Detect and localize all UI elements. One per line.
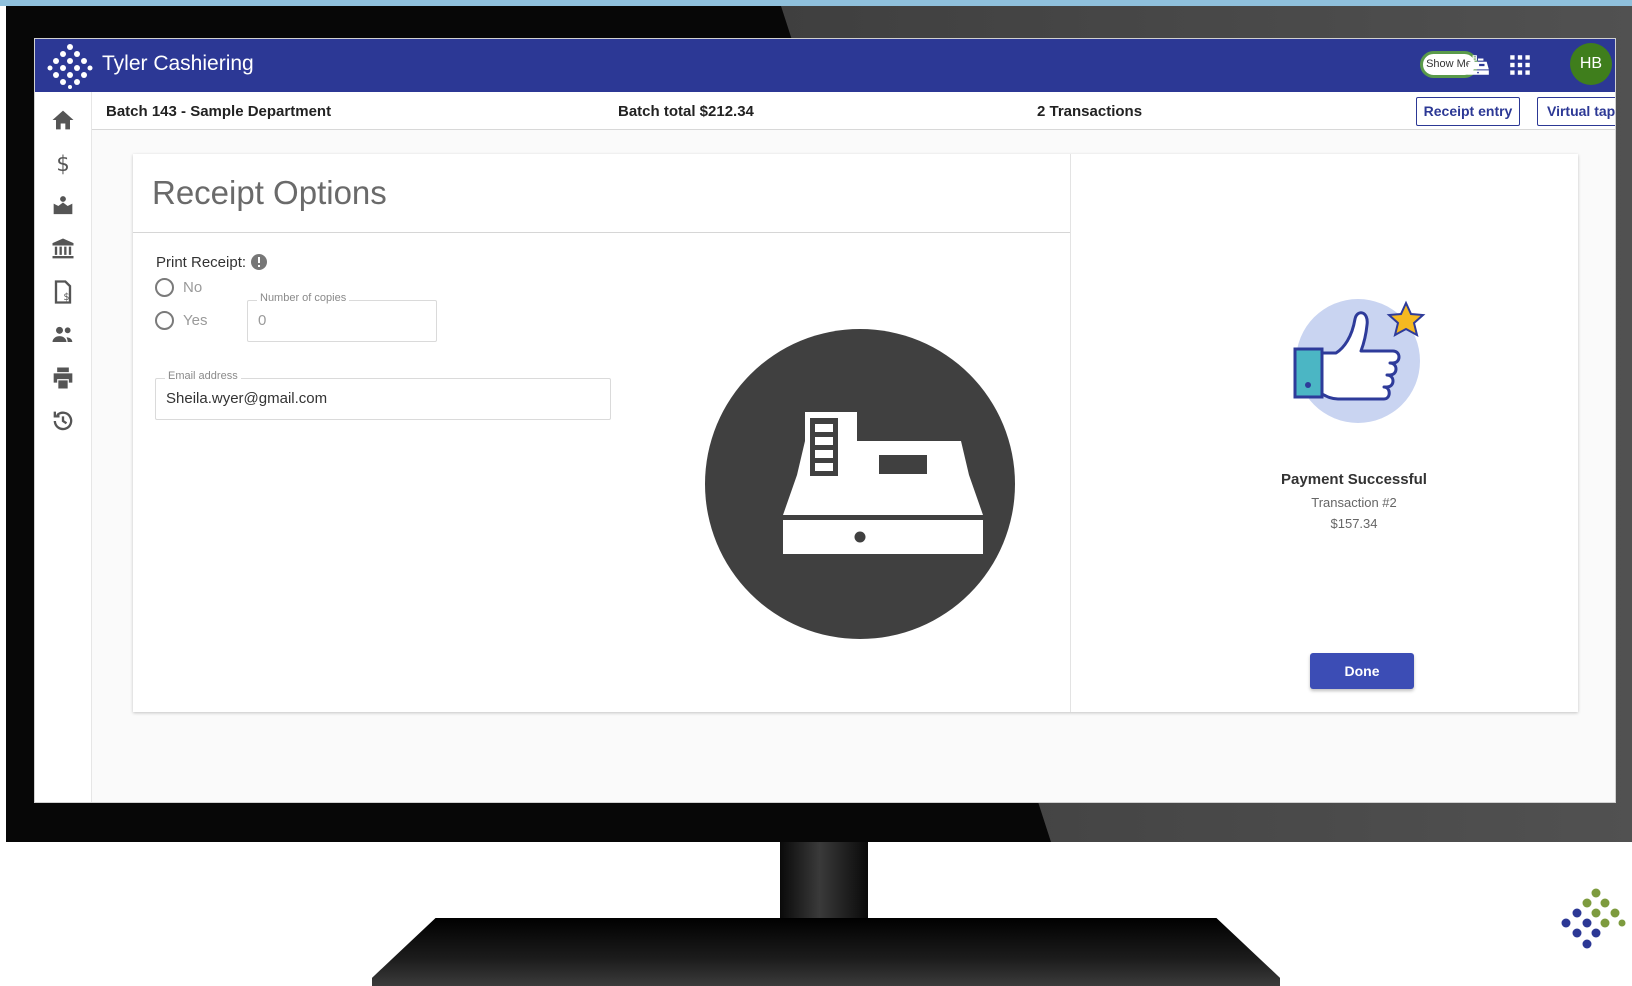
app-logo-icon: [47, 44, 93, 89]
home-icon[interactable]: [49, 106, 77, 134]
info-icon[interactable]: [250, 253, 268, 271]
people-icon[interactable]: [49, 321, 77, 349]
sidebar: $ $: [35, 92, 92, 802]
number-of-copies-field: Number of copies: [247, 292, 437, 342]
bank-icon[interactable]: [49, 235, 77, 263]
card-divider: [1070, 154, 1071, 712]
history-icon[interactable]: [49, 407, 77, 435]
app-screen: Tyler Cashiering Show Me HB $ $ Batch 14…: [34, 38, 1616, 803]
monitor-base: [372, 918, 1280, 986]
svg-text:$: $: [56, 152, 69, 176]
print-receipt-label: Print Receipt:: [156, 254, 247, 271]
apps-grid-icon[interactable]: [1507, 52, 1533, 78]
print-receipt-no-label: No: [183, 279, 203, 296]
transaction-count: 2 Transactions: [1037, 103, 1143, 120]
print-receipt-yes-label: Yes: [183, 312, 208, 329]
email-field: Email address: [155, 370, 611, 420]
transaction-number: Transaction #2: [1311, 495, 1397, 510]
done-button[interactable]: Done: [1310, 653, 1414, 689]
app-title: Tyler Cashiering: [102, 52, 254, 75]
batch-name: Batch 143 - Sample Department: [106, 103, 332, 120]
payment-status: Payment Successful: [1281, 471, 1427, 488]
svg-text:$: $: [64, 292, 70, 303]
page-title: Receipt Options: [152, 174, 387, 211]
number-of-copies-label: Number of copies: [257, 292, 350, 304]
dollar-icon[interactable]: $: [49, 149, 77, 177]
tyler-brand-logo-icon: [1561, 888, 1626, 949]
thumbs-up-success-icon: [1293, 299, 1426, 423]
cash-register-illustration-icon: [705, 329, 1015, 639]
user-avatar[interactable]: HB: [1570, 43, 1612, 85]
receipt-entry-button[interactable]: Receipt entry: [1416, 97, 1520, 126]
batch-total: Batch total $212.34: [618, 103, 754, 120]
number-of-copies-input[interactable]: [258, 312, 426, 329]
cash-register-icon[interactable]: [1465, 52, 1491, 78]
title-divider: [133, 232, 1070, 233]
invoice-icon[interactable]: $: [49, 278, 77, 306]
email-address-label: Email address: [165, 370, 241, 382]
batch-bar: Batch 143 - Sample Department Batch tota…: [92, 92, 1615, 130]
app-header: Tyler Cashiering Show Me HB: [35, 39, 1615, 92]
print-receipt-yes-radio[interactable]: [155, 311, 174, 330]
email-address-input[interactable]: [166, 390, 600, 407]
virtual-tape-button[interactable]: Virtual tape: [1537, 97, 1615, 126]
print-receipt-no-radio[interactable]: [155, 278, 174, 297]
printer-icon[interactable]: [49, 364, 77, 392]
deposit-icon[interactable]: [49, 192, 77, 220]
payment-amount: $157.34: [1330, 516, 1378, 531]
